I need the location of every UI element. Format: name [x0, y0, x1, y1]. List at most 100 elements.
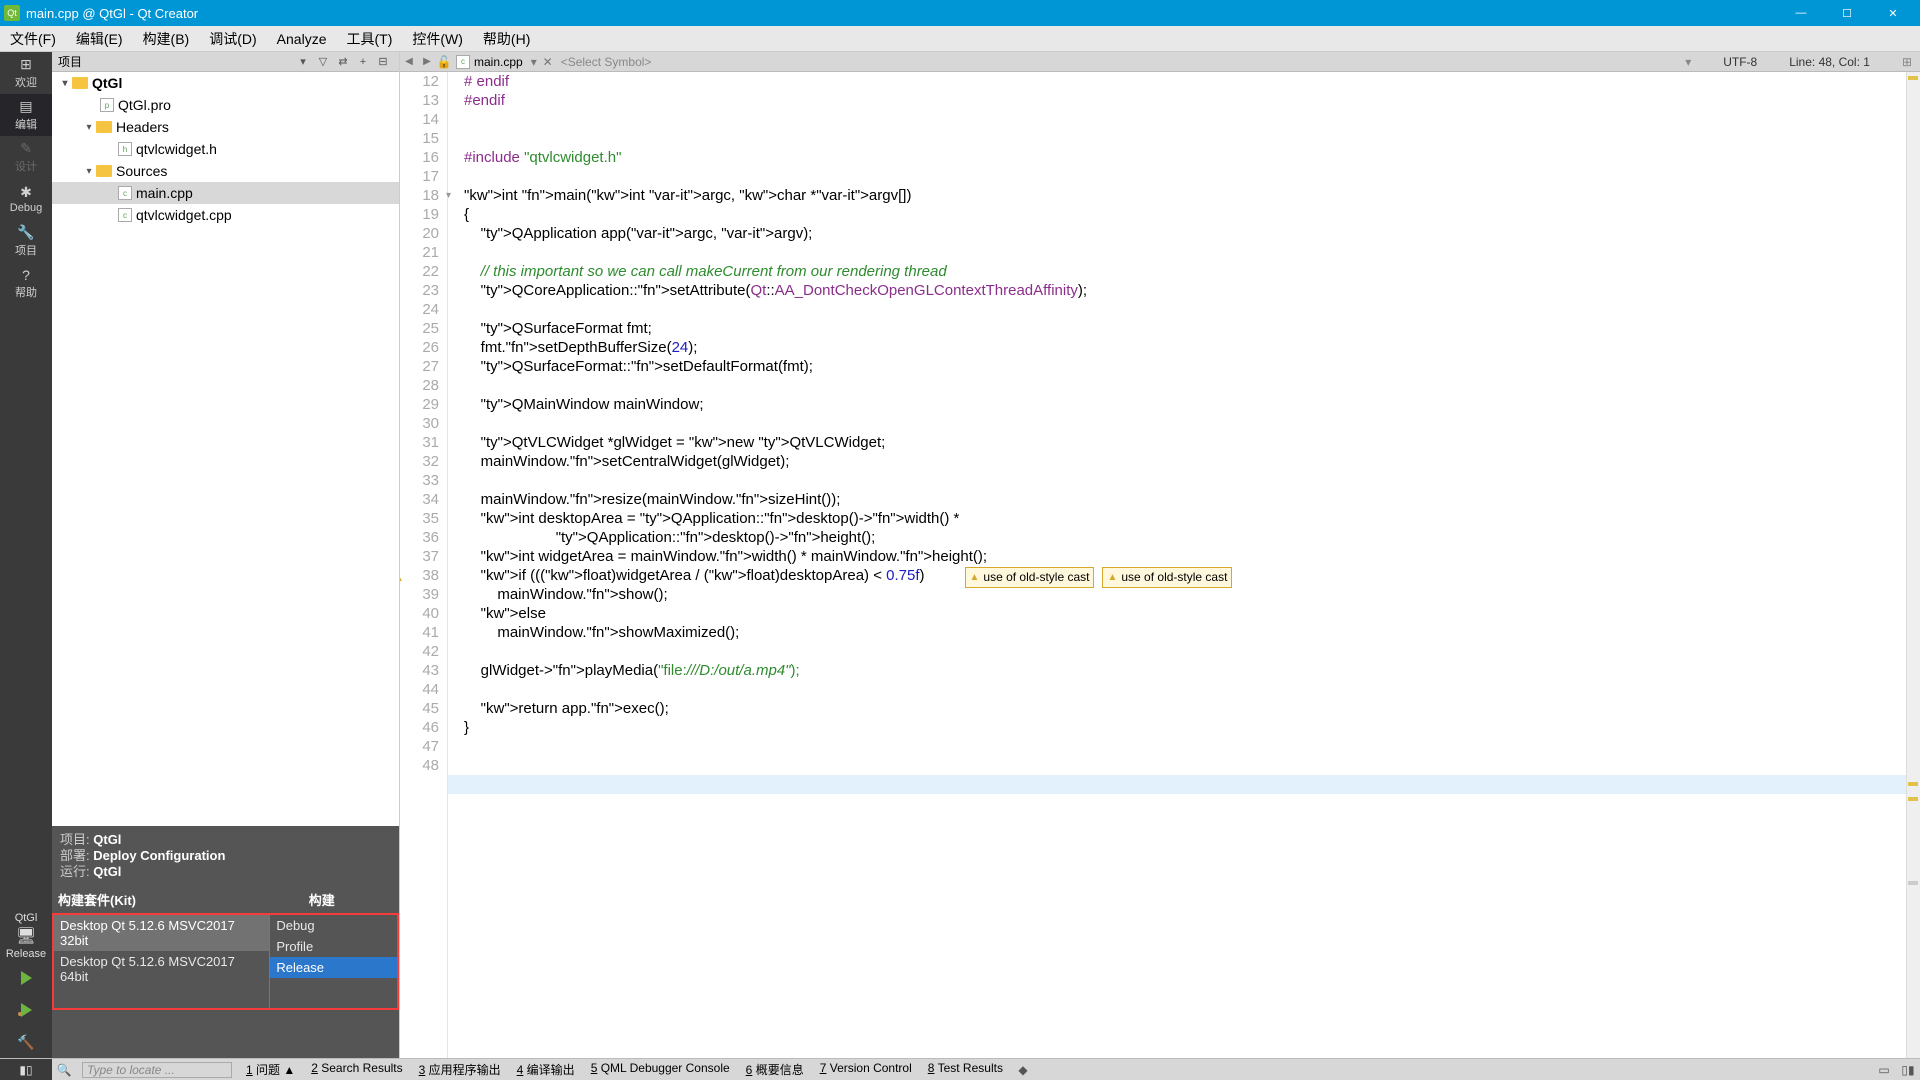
menu-build[interactable]: 构建(B) — [133, 26, 200, 51]
folder-icon — [72, 77, 88, 89]
back-button[interactable]: ◀ — [400, 56, 418, 67]
kit-row-32bit[interactable]: Desktop Qt 5.12.6 MSVC2017 32bit — [54, 915, 269, 951]
editor-status: ▾ UTF-8 Line: 48, Col: 1 ⊞ — [1677, 55, 1920, 69]
target-selector[interactable]: QtGl 🖥 Release — [0, 910, 52, 962]
locator-input[interactable]: Type to locate ... — [82, 1062, 232, 1078]
build-button[interactable]: 🔨 — [0, 1026, 52, 1058]
code-content[interactable]: # endif#endif#include "qtvlcwidget.h""kw… — [448, 72, 1920, 1058]
filter-button[interactable]: ▽ — [313, 55, 333, 68]
play-debug-icon — [21, 1003, 32, 1017]
project-tree[interactable]: ▾QtGl pQtGl.pro ▾Headers hqtvlcwidget.h … — [52, 72, 399, 826]
build-release[interactable]: Release — [270, 957, 397, 978]
mode-bar: ⊞欢迎 ▤编辑 ✎设计 ✱Debug 🔧项目 ?帮助 QtGl 🖥 Releas… — [0, 52, 52, 1058]
code-editor[interactable]: 1213141516171819202122232425262728293031… — [400, 72, 1920, 1058]
dropdown-icon[interactable]: ▾ — [293, 55, 313, 68]
close-file-button[interactable]: ✕ — [541, 55, 555, 69]
kit-table: Desktop Qt 5.12.6 MSVC2017 32bit Desktop… — [52, 913, 399, 1010]
forward-button[interactable]: ▶ — [418, 56, 436, 67]
split-button[interactable]: ⊟ — [373, 55, 393, 68]
scroll-mark — [1908, 881, 1918, 885]
symbol-selector[interactable]: <Select Symbol> — [555, 55, 1677, 69]
menu-window[interactable]: 控件(W) — [402, 26, 473, 51]
link-button[interactable]: ⇄ — [333, 55, 353, 68]
expand-icon[interactable]: ▾ — [82, 122, 96, 133]
file-name: main.cpp — [474, 55, 523, 69]
expand-icon[interactable]: ▾ — [58, 78, 72, 89]
menu-help[interactable]: 帮助(H) — [473, 26, 540, 51]
mode-help[interactable]: ?帮助 — [0, 262, 52, 304]
build-debug[interactable]: Debug — [270, 915, 397, 936]
scroll-mark — [1908, 782, 1918, 786]
menu-bar: 文件(F) 编辑(E) 构建(B) 调试(D) Analyze 工具(T) 控件… — [0, 26, 1920, 52]
output-tab-3[interactable]: 4 编译输出 — [509, 1061, 583, 1078]
proj-value: QtGl — [93, 832, 121, 847]
lock-icon[interactable]: 🔓 — [436, 55, 452, 69]
mode-edit[interactable]: ▤编辑 — [0, 94, 52, 136]
output-tab-2[interactable]: 3 应用程序输出 — [411, 1061, 509, 1078]
menu-debug[interactable]: 调试(D) — [199, 26, 266, 51]
output-tab-6[interactable]: 7 Version Control — [812, 1061, 920, 1078]
mode-welcome[interactable]: ⊞欢迎 — [0, 52, 52, 94]
debug-run-button[interactable] — [0, 994, 52, 1026]
locator-icon[interactable]: 🔍 — [52, 1063, 76, 1077]
close-button[interactable]: ✕ — [1870, 0, 1916, 26]
file-icon: h — [118, 142, 132, 156]
output-tab-5[interactable]: 6 概要信息 — [738, 1061, 812, 1078]
output-tab-0[interactable]: 1 问题 ▲ — [238, 1061, 303, 1078]
menu-tools[interactable]: 工具(T) — [336, 26, 402, 51]
mode-debug[interactable]: ✱Debug — [0, 178, 52, 220]
toggle-right-sidebar[interactable]: ▯▮ — [1896, 1063, 1920, 1077]
tree-item-header[interactable]: hqtvlcwidget.h — [52, 138, 399, 160]
output-dropdown[interactable]: ◆ — [1011, 1063, 1035, 1077]
tree-item-pro[interactable]: pQtGl.pro — [52, 94, 399, 116]
output-tab-1[interactable]: 2 Search Results — [303, 1061, 410, 1078]
build-column: Debug Profile Release — [269, 915, 397, 1008]
file-icon: c — [118, 186, 132, 200]
menu-edit[interactable]: 编辑(E) — [66, 26, 133, 51]
split-icon[interactable]: ⊞ — [1902, 55, 1912, 69]
app-icon: Qt — [4, 5, 20, 21]
tree-item-source-widget[interactable]: cqtvlcwidget.cpp — [52, 204, 399, 226]
grid-icon: ⊞ — [20, 56, 32, 73]
mode-design[interactable]: ✎设计 — [0, 136, 52, 178]
build-profile[interactable]: Profile — [270, 936, 397, 957]
output-tab-4[interactable]: 5 QML Debugger Console — [583, 1061, 738, 1078]
output-tab-7[interactable]: 8 Test Results — [920, 1061, 1011, 1078]
file-tab[interactable]: c main.cpp — [452, 55, 527, 69]
menu-analyze[interactable]: Analyze — [267, 26, 337, 51]
file-icon: c — [456, 55, 470, 69]
progress-icon[interactable]: ▭ — [1872, 1063, 1896, 1077]
menu-file[interactable]: 文件(F) — [0, 26, 66, 51]
status-bar: ▮▯ 🔍 Type to locate ... 1 问题 ▲2 Search R… — [0, 1058, 1920, 1080]
pencil-icon: ✎ — [20, 140, 32, 157]
maximize-button[interactable]: ☐ — [1824, 0, 1870, 26]
hammer-icon: 🔨 — [17, 1034, 34, 1051]
tree-item-source-main[interactable]: cmain.cpp — [52, 182, 399, 204]
scrollbar-marks[interactable] — [1906, 72, 1920, 1058]
cursor-position[interactable]: Line: 48, Col: 1 — [1789, 55, 1870, 69]
window-title: main.cpp @ QtGl - Qt Creator — [26, 6, 1778, 21]
question-icon: ? — [22, 267, 30, 283]
kit-row-64bit[interactable]: Desktop Qt 5.12.6 MSVC2017 64bit — [54, 951, 269, 987]
kit-floor — [52, 1010, 399, 1058]
deploy-label: 部署: — [60, 848, 90, 863]
bug-icon: ✱ — [20, 184, 32, 201]
folder-icon — [96, 121, 112, 133]
edit-icon: ▤ — [19, 98, 32, 115]
sidebar-icon: ▮▯ — [19, 1063, 32, 1077]
tree-root[interactable]: ▾QtGl — [52, 72, 399, 94]
deploy-value: Deploy Configuration — [93, 848, 225, 863]
file-dropdown[interactable]: ▾ — [527, 55, 541, 69]
monitor-icon: 🖥 — [16, 926, 36, 946]
expand-icon[interactable]: ▾ — [82, 166, 96, 177]
editor-toolbar: ◀ ▶ 🔓 c main.cpp ▾ ✕ <Select Symbol> ▾ UT… — [400, 52, 1920, 72]
encoding-label[interactable]: UTF-8 — [1723, 55, 1757, 69]
tree-sources[interactable]: ▾Sources — [52, 160, 399, 182]
minimize-button[interactable]: — — [1778, 0, 1824, 26]
output-tabs: 1 问题 ▲2 Search Results3 应用程序输出4 编译输出5 QM… — [238, 1061, 1011, 1078]
mode-project[interactable]: 🔧项目 — [0, 220, 52, 262]
add-button[interactable]: + — [353, 56, 373, 68]
sb-sidebar-toggle[interactable]: ▮▯ — [0, 1059, 52, 1080]
tree-headers[interactable]: ▾Headers — [52, 116, 399, 138]
run-button[interactable] — [0, 962, 52, 994]
